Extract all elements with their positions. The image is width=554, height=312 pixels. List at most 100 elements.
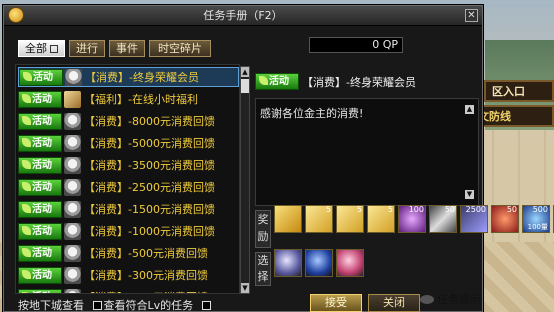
leaf-icon [22, 247, 31, 257]
scroll-down-icon[interactable]: ▼ [241, 283, 249, 293]
level-filter-checkbox[interactable] [92, 301, 102, 310]
close-button[interactable]: ✕ [465, 9, 478, 22]
reward-count: 5 [325, 205, 331, 214]
event-badge: 活动 [19, 68, 63, 86]
scroll-thumb[interactable] [241, 79, 249, 93]
avatar-icon [64, 178, 81, 196]
leaf-icon [22, 203, 31, 213]
avatar-icon [64, 288, 81, 293]
ticket-icon[interactable]: 5 [305, 205, 333, 233]
tab-events[interactable]: 事件 [109, 40, 145, 57]
reward-count: 500 [532, 205, 548, 214]
purple-flask-icon[interactable]: 100 [398, 205, 426, 233]
quest-row[interactable]: 活动 【消费】-1000元消费回馈 [18, 221, 239, 241]
avatar-icon [64, 112, 81, 130]
avatar-icon [64, 134, 81, 152]
event-badge: 活动 [18, 134, 62, 152]
leaf-icon [259, 76, 268, 85]
reward-count: 50 [506, 205, 517, 214]
quest-hint[interactable]: 任务提示 [420, 291, 481, 307]
reward-count: 50 [444, 205, 455, 214]
tab-all-box-icon [50, 45, 58, 53]
leaf-icon [22, 93, 31, 103]
quest-row[interactable]: 活动 【消费】-500元消费回馈 [18, 243, 239, 263]
leaf-icon [22, 291, 31, 293]
event-badge-label: 活动 [32, 159, 52, 171]
quest-row[interactable]: 活动 【消费】-2500元消费回馈 [18, 177, 239, 197]
accept-button[interactable]: 接受 [310, 294, 362, 312]
event-badge-label: 活动 [32, 115, 52, 127]
avatar-icon [64, 244, 81, 262]
sword-icon[interactable]: 50 [429, 205, 457, 233]
quest-row[interactable]: 活动 【消费】-300元消费回馈 [18, 265, 239, 285]
leaf-icon [22, 181, 31, 191]
event-badge-label: 活动 [32, 181, 52, 193]
scroll-up-icon[interactable]: ▲ [241, 67, 249, 77]
event-badge-label: 活动 [32, 137, 52, 149]
reward-count: 100 [408, 205, 424, 214]
quest-name: 【福利】-在线小时福利 [84, 93, 198, 106]
quest-row[interactable]: 活动 【消费】-3500元消费回馈 [18, 155, 239, 175]
blue-orb-icon[interactable] [305, 249, 333, 277]
leaf-icon [22, 269, 31, 279]
red-potion-icon[interactable]: 50 [491, 205, 519, 233]
quest-name: 【消费】-1000元消费回馈 [84, 225, 215, 238]
quest-row[interactable]: 活动 【消费】-5000元消费回馈 [18, 133, 239, 153]
event-badge: 活动 [18, 112, 62, 130]
gem-icon[interactable]: 500 100量 [522, 205, 550, 233]
quest-name: 【消费】-500元消费回馈 [84, 247, 208, 260]
tab-all[interactable]: 全部 [18, 40, 65, 57]
ticket-icon[interactable]: 5 [336, 205, 364, 233]
avatar-icon [64, 222, 81, 240]
hint-eye-icon [420, 295, 434, 304]
quest-row[interactable]: 活动 【消费】-1500元消费回馈 [18, 199, 239, 219]
gold-scroll-icon[interactable] [274, 205, 302, 233]
description-scroll-up-icon[interactable]: ▲ [465, 105, 474, 114]
window-title: 任务手册（F2） [203, 9, 283, 22]
quest-row[interactable]: 活动 【消费】-100元消费回馈 [18, 287, 239, 294]
tab-time-fragments[interactable]: 时空碎片 [149, 40, 211, 57]
quest-name: 【消费】-100元消费回馈 [84, 289, 208, 293]
tab-in-progress[interactable]: 进行 [69, 40, 105, 57]
tab-bar: 全部 进行 事件 时空碎片 [18, 40, 211, 57]
reward-sub: 100量 [527, 223, 548, 231]
footer-options: 按地下城查看 查看符合Lv的任务 [18, 297, 213, 312]
silver-orb-icon[interactable] [274, 249, 302, 277]
event-badge: 活动 [18, 244, 62, 262]
event-badge-label: 活动 [33, 71, 53, 83]
event-badge: 活动 [18, 222, 62, 240]
ticket-icon[interactable]: 5 [367, 205, 395, 233]
close-quest-button[interactable]: 关闭 [368, 294, 420, 312]
quest-row[interactable]: 活动 【消费】-终身荣耀会员 [18, 67, 239, 87]
quest-name: 【消费】-300元消费回馈 [84, 269, 208, 282]
extra-checkbox[interactable] [201, 301, 211, 310]
reward-label: 奖励 [255, 210, 271, 248]
tab-time-fragments-label: 时空碎片 [158, 42, 202, 55]
pink-orb-icon[interactable] [336, 249, 364, 277]
quest-row[interactable]: 活动 【福利】-在线小时福利 [18, 89, 239, 109]
avatar-icon [64, 156, 81, 174]
quest-list: 活动 【消费】-终身荣耀会员 活动 【福利】-在线小时福利 活动 【消费】-8000元消费… [15, 64, 240, 294]
tab-in-progress-label: 进行 [76, 42, 98, 55]
quest-description-box: 感谢各位金主的消费! ▲ ▼ [255, 98, 479, 206]
reward-count: 5 [387, 205, 393, 214]
event-badge-label: 活动 [32, 292, 52, 294]
leaf-icon [22, 225, 31, 235]
quest-name: 【消费】-2500元消费回馈 [84, 181, 215, 194]
reward-count: 5 [356, 205, 362, 214]
area-entrance-sign[interactable]: 区入口 [484, 80, 554, 102]
qp-display: 0 QP [309, 37, 403, 53]
event-badge: 活动 [18, 178, 62, 196]
event-badge: 活动 [18, 200, 62, 218]
quest-name: 【消费】-1500元消费回馈 [84, 203, 215, 216]
quest-name: 【消费】-5000元消费回馈 [84, 137, 215, 150]
view-by-dungeon-link[interactable]: 按地下城查看 [18, 299, 84, 312]
quest-list-scrollbar[interactable]: ▲ ▼ [240, 66, 250, 294]
window-titlebar[interactable]: 任务手册（F2） ✕ [4, 6, 482, 26]
quest-row[interactable]: 活动 【消费】-8000元消费回馈 [18, 111, 239, 131]
quest-detail-title: 【消费】-终身荣耀会员 [302, 75, 416, 89]
tab-all-label: 全部 [25, 42, 47, 55]
description-scroll-down-icon[interactable]: ▼ [465, 190, 474, 199]
shard-icon[interactable]: 2500 [460, 205, 488, 233]
choice-label: 选择 [255, 252, 271, 286]
